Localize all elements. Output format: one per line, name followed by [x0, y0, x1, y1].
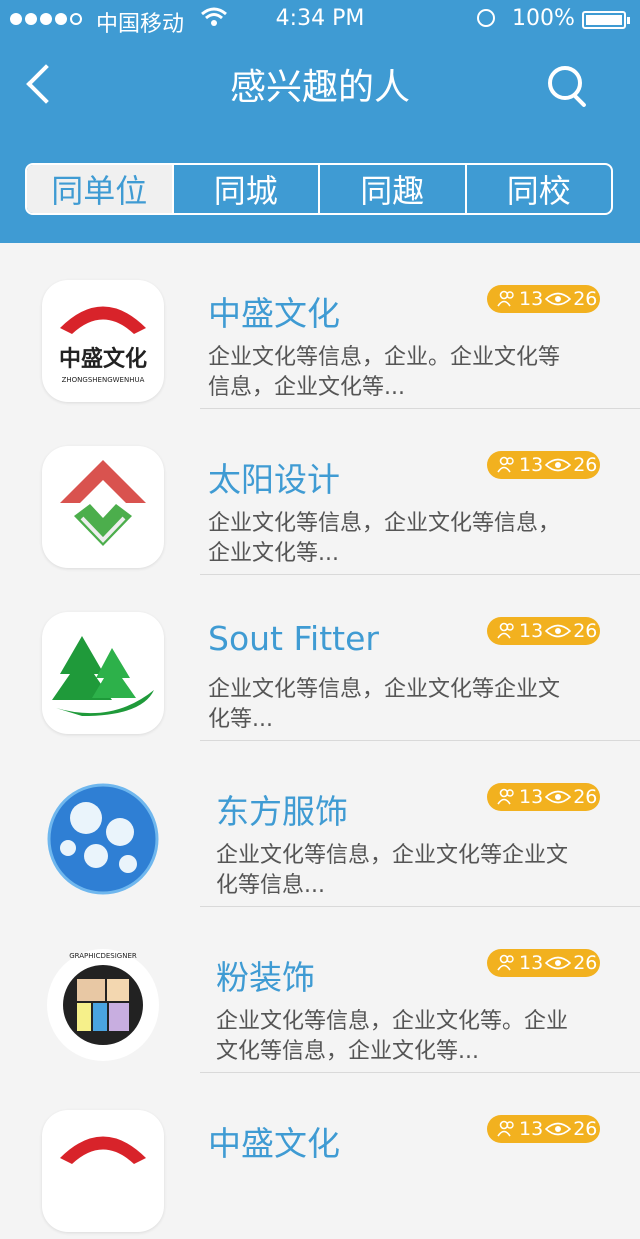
item-description: 企业文化等信息，企业文化等。企业文化等信息，企业文化等... [216, 1009, 569, 1064]
segmented-control: 同单位 同城 同趣 同校 [25, 163, 613, 215]
members-count: 13 [519, 454, 544, 476]
item-title: Sout Fitter [208, 619, 379, 658]
item-description: 企业文化等信息，企业。企业文化等信息，企业文化等... [208, 345, 561, 400]
stats-badge: 13 26 [487, 451, 600, 479]
graphic-designer-logo: GRAPHICDESIGNER [42, 944, 164, 1066]
list-item[interactable]: 中盛文化 ZHONGSHENGWENHUA 中盛文化 企业文化等信息，企业。企业… [0, 243, 640, 409]
item-title: 中盛文化 [208, 294, 340, 333]
list-item[interactable]: 东方服饰 企业文化等信息，企业文化等企业文化等信息... 13 26 [0, 741, 640, 907]
stats-badge: 13 26 [487, 617, 600, 645]
stats-badge: 13 26 [487, 1115, 600, 1143]
members-count: 13 [519, 952, 544, 974]
views-icon [545, 458, 572, 472]
list-item[interactable]: Sout Fitter 企业文化等信息，企业文化等企业文化等... 13 26 [0, 575, 640, 741]
tab-same-interest[interactable]: 同趣 [318, 165, 465, 213]
views-count: 26 [573, 620, 598, 642]
header: 中国移动 4:34 PM 100% 感兴趣的人 同单位 同城 同趣 同校 [0, 0, 640, 243]
members-count: 13 [519, 786, 544, 808]
members-count: 13 [519, 1118, 544, 1140]
people-list: 中盛文化 ZHONGSHENGWENHUA 中盛文化 企业文化等信息，企业。企业… [0, 243, 640, 1239]
members-icon [497, 456, 514, 473]
stats-badge: 13 26 [487, 949, 600, 977]
item-title: 中盛文化 [208, 1124, 340, 1163]
stats-badge: 13 26 [487, 285, 600, 313]
views-icon [545, 292, 572, 306]
status-bar: 中国移动 4:34 PM 100% [0, 0, 640, 40]
members-icon [497, 788, 514, 805]
list-item[interactable]: 中盛文化 13 26 [0, 1073, 640, 1239]
views-icon [545, 790, 572, 804]
views-count: 26 [573, 288, 598, 310]
tab-same-city[interactable]: 同城 [171, 165, 319, 213]
members-count: 13 [519, 288, 544, 310]
battery-icon [582, 11, 630, 29]
members-count: 13 [519, 620, 544, 642]
rotation-lock-icon [477, 9, 495, 27]
sphere-logo [42, 778, 164, 900]
stats-badge: 13 26 [487, 783, 600, 811]
views-count: 26 [573, 454, 598, 476]
item-title: 东方服饰 [216, 792, 348, 831]
views-count: 26 [573, 786, 598, 808]
search-button[interactable] [540, 58, 596, 110]
tab-same-school[interactable]: 同校 [464, 165, 612, 213]
item-description: 企业文化等信息，企业文化等企业文化等信息... [216, 843, 569, 898]
tree-logo [42, 612, 164, 734]
list-item[interactable]: GRAPHICDESIGNER 粉装饰 企业文化等信息，企业文化等。企业文化等信… [0, 907, 640, 1073]
views-icon [545, 624, 572, 638]
battery-percent: 100% [512, 6, 575, 31]
tab-same-company[interactable]: 同单位 [27, 165, 172, 213]
views-count: 26 [573, 1118, 598, 1140]
zhongsheng-logo-subtext: ZHONGSHENGWENHUA [62, 376, 145, 384]
zhongsheng-logo-text: 中盛文化 [59, 346, 147, 372]
item-title: 粉装饰 [216, 958, 315, 997]
members-icon [497, 1120, 514, 1137]
views-count: 26 [573, 952, 598, 974]
zhongsheng-logo [42, 1110, 164, 1232]
members-icon [497, 622, 514, 639]
taiyang-logo [42, 446, 164, 568]
members-icon [497, 290, 514, 307]
item-description: 企业文化等信息，企业文化等企业文化等... [208, 677, 561, 732]
item-description: 企业文化等信息，企业文化等信息，企业文化等... [208, 511, 561, 566]
list-item[interactable]: 太阳设计 企业文化等信息，企业文化等信息，企业文化等... 13 26 [0, 409, 640, 575]
members-icon [497, 954, 514, 971]
views-icon [545, 956, 572, 970]
item-title: 太阳设计 [208, 460, 340, 499]
views-icon [545, 1122, 572, 1136]
graphic-logo-text: GRAPHICDESIGNER [69, 952, 137, 960]
zhongsheng-logo: 中盛文化 ZHONGSHENGWENHUA [42, 280, 164, 402]
